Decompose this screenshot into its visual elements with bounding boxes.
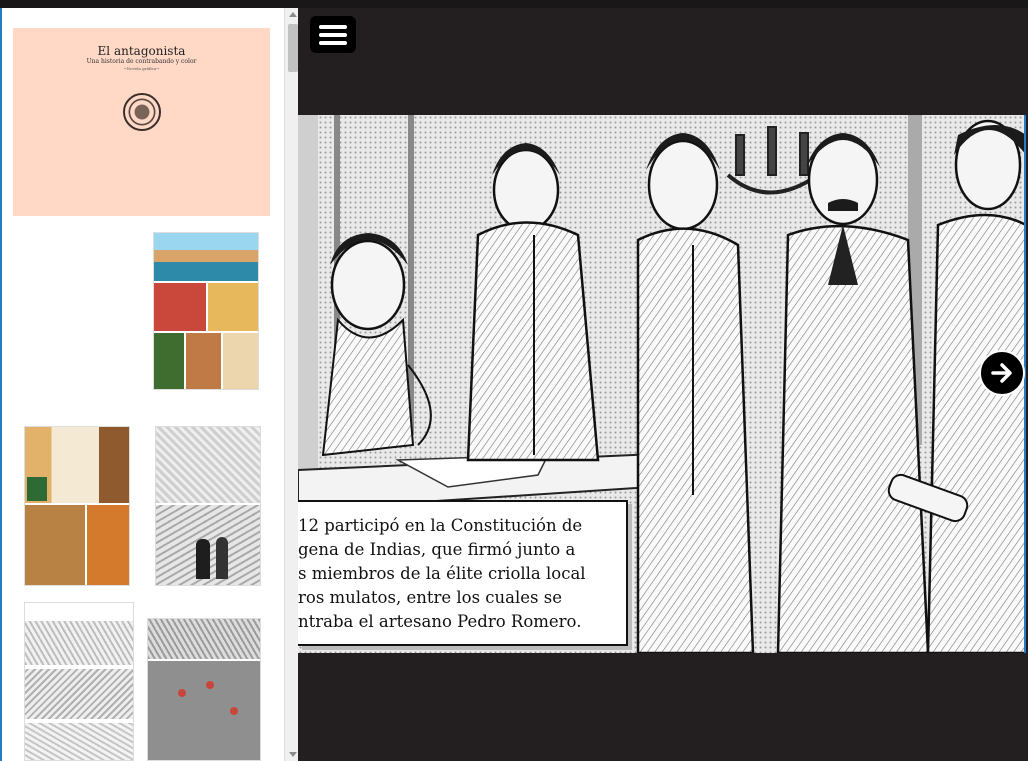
panel: [186, 333, 221, 389]
arrow-right-icon: [991, 363, 1012, 383]
sidebar-scrollbar[interactable]: [284, 8, 298, 761]
panel: [25, 669, 133, 719]
panel: [25, 505, 85, 585]
panel: [25, 621, 133, 665]
caption-line: s miembros de la élite criolla local: [298, 564, 586, 583]
scroll-up-icon[interactable]: [289, 12, 297, 17]
panel: [148, 619, 260, 659]
hamburger-menu-icon: [319, 25, 347, 29]
panel: [154, 283, 206, 331]
map-marker-icon: [178, 689, 186, 697]
cover-title: El antagonista: [97, 44, 186, 58]
caption-text: 12 participó en la Constitución de gena …: [298, 514, 628, 634]
scroll-down-icon[interactable]: [289, 752, 297, 757]
map-panel: [148, 661, 260, 760]
panel: [208, 283, 258, 331]
figure: [196, 539, 210, 579]
panel: [156, 427, 260, 503]
next-page-button[interactable]: [979, 350, 1025, 396]
thumbnail-page-3[interactable]: [155, 426, 261, 586]
comic-reader: El antagonista Una historia de contraban…: [0, 0, 1028, 761]
panel: [223, 333, 258, 389]
panel: [154, 233, 258, 281]
panel: [25, 723, 133, 760]
figure: [216, 537, 228, 579]
menu-button[interactable]: [310, 16, 356, 53]
seal-emblem-icon: [123, 93, 161, 131]
comic-page: 12 participó en la Constitución de gena …: [298, 115, 1026, 653]
thumbnail-page-5[interactable]: [147, 618, 261, 761]
caption-line: gena de Indias, que firmó junto a: [298, 540, 576, 559]
panel: [87, 505, 129, 585]
cover-subtitle: Una historia de contrabando y color: [86, 58, 197, 65]
caption-line: 12 participó en la Constitución de: [298, 516, 583, 535]
top-bar: [0, 0, 1028, 8]
scrollbar-thumb[interactable]: [288, 24, 298, 72]
panel: [154, 333, 184, 389]
cover-tag: ~Novela gráfica~: [123, 66, 160, 71]
panel: [27, 477, 47, 501]
caption-line: ros mulatos, entre los cuales se: [298, 588, 562, 607]
caption-line: ntraba el artesano Pedro Romero.: [298, 612, 582, 631]
caption-box: 12 participó en la Constitución de gena …: [298, 500, 628, 646]
thumbnail-sidebar: El antagonista Una historia de contraban…: [0, 8, 298, 761]
map-marker-icon: [206, 681, 214, 689]
hamburger-menu-icon: [319, 33, 347, 37]
map-marker-icon: [230, 707, 238, 715]
thumbnail-page-2[interactable]: [24, 426, 130, 586]
viewer-bottom-area: [298, 653, 1026, 761]
thumbnail-page-1[interactable]: [153, 232, 259, 390]
hamburger-menu-icon: [319, 41, 347, 45]
thumbnail-cover[interactable]: El antagonista Una historia de contraban…: [13, 28, 270, 216]
thumbnail-page-4[interactable]: [24, 602, 134, 761]
